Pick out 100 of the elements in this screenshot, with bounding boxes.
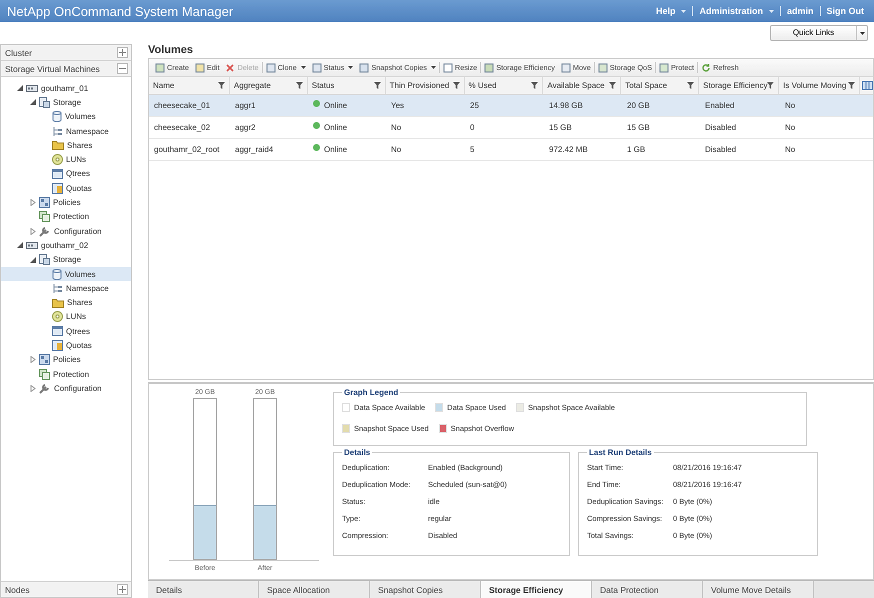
toolbar-icon[interactable] <box>266 62 276 73</box>
sidebar-section-header[interactable]: Nodes <box>1 581 131 597</box>
caret-icon[interactable] <box>348 66 354 70</box>
quick-links-button[interactable]: Quick Links <box>770 25 868 41</box>
column-header[interactable]: Thin Provisioned <box>386 77 464 94</box>
tree-item[interactable]: Shares <box>1 295 131 310</box>
filter-icon[interactable] <box>687 82 694 90</box>
column-header[interactable]: Aggregate <box>230 77 308 94</box>
tab[interactable]: Details <box>148 581 259 598</box>
column-chooser-icon[interactable] <box>862 81 873 90</box>
expand-icon[interactable] <box>117 47 128 58</box>
table-row[interactable]: cheesecake_02 aggr2 Online No 0 15 GB 15 GB Disabled No <box>149 117 873 140</box>
table-cell-text: 0 <box>469 122 476 134</box>
tree-item[interactable]: Storage <box>1 95 131 110</box>
expand-icon[interactable] <box>117 584 128 595</box>
toolbar-icon[interactable] <box>598 62 608 73</box>
sidebar-section-header[interactable]: Storage Virtual Machines <box>1 61 131 77</box>
tree-item[interactable]: Quotas <box>1 181 131 196</box>
tree-item[interactable]: Protection <box>1 366 131 382</box>
tree-item[interactable]: Volumes <box>1 266 131 282</box>
tree-item[interactable]: LUNs <box>1 152 131 167</box>
table-row[interactable]: cheesecake_01 aggr1 Online Yes 25 14.98 GB 20 GB Enabled No <box>149 95 873 118</box>
filter-icon[interactable] <box>609 82 616 90</box>
tree-item[interactable]: gouthamr_02 <box>1 238 131 253</box>
collapse-icon[interactable] <box>117 63 128 74</box>
group-title: Details <box>343 448 372 458</box>
toolbar-icon[interactable] <box>194 62 205 73</box>
collapsed-arrow-icon[interactable] <box>30 384 36 392</box>
protection-icon <box>39 368 50 380</box>
tree-item[interactable]: Policies <box>1 195 131 210</box>
caret-icon[interactable] <box>430 66 436 70</box>
table-cell-text: No <box>784 100 796 112</box>
tree-item[interactable]: LUNs <box>1 310 131 324</box>
column-header[interactable]: Storage Efficiency <box>699 77 780 94</box>
collapsed-arrow-icon[interactable] <box>30 356 36 364</box>
tab[interactable]: Volume Move Details <box>703 581 814 598</box>
expanded-arrow-icon[interactable] <box>30 256 36 263</box>
group-title: Last Run Details <box>588 448 653 458</box>
tree-item[interactable]: Namespace <box>1 281 131 296</box>
collapsed-arrow-icon[interactable] <box>30 199 36 206</box>
tab[interactable]: Snapshot Copies <box>370 581 481 598</box>
tree-item[interactable]: Configuration <box>1 224 131 238</box>
toolbar-icon[interactable] <box>658 62 669 73</box>
table-cell-text: cheesecake_01 <box>153 100 212 112</box>
tree-item[interactable]: Shares <box>1 138 131 152</box>
refresh-icon[interactable] <box>701 62 712 73</box>
filter-icon[interactable] <box>374 82 381 90</box>
expanded-arrow-icon[interactable] <box>17 242 23 248</box>
tree-item[interactable]: Policies <box>1 352 131 367</box>
page-title: Volumes <box>148 44 194 58</box>
table-cell-text: 972.42 MB <box>548 144 589 156</box>
column-header[interactable]: Status <box>308 77 386 94</box>
table-cell-text: aggr2 <box>234 122 256 134</box>
toolbar-icon[interactable] <box>442 62 453 73</box>
filter-icon[interactable] <box>767 82 774 90</box>
tree-icon <box>52 126 63 137</box>
tree-item[interactable]: Qtrees <box>1 324 131 338</box>
column-header[interactable]: % Used <box>464 77 544 94</box>
column-header[interactable]: Name <box>149 77 230 94</box>
tree-item[interactable]: Qtrees <box>1 166 131 182</box>
tree-item[interactable]: Protection <box>1 210 131 224</box>
protection-icon <box>39 211 50 222</box>
table-cell-text: 20 GB <box>626 100 651 112</box>
table-cell-text: aggr1 <box>234 100 256 112</box>
tree-item[interactable]: gouthamr_01 <box>1 81 131 96</box>
column-header[interactable]: Is Volume Moving <box>779 77 860 94</box>
filter-icon[interactable] <box>296 82 303 90</box>
column-header[interactable]: Total Space <box>621 77 700 94</box>
tree-item[interactable]: Quotas <box>1 338 131 353</box>
caret-icon[interactable] <box>300 66 306 70</box>
table-cell-text: Disabled <box>704 122 738 134</box>
filter-icon[interactable] <box>531 82 538 90</box>
disc-icon <box>52 154 63 166</box>
caret-icon[interactable] <box>860 32 864 34</box>
tab[interactable]: Data Protection <box>592 581 703 598</box>
collapsed-arrow-icon[interactable] <box>30 228 36 235</box>
tree-item[interactable]: Namespace <box>1 124 131 138</box>
filter-icon[interactable] <box>218 82 225 90</box>
table-cell: Online <box>308 117 386 138</box>
tab[interactable]: Storage Efficiency <box>481 581 592 598</box>
tab[interactable]: Space Allocation <box>259 581 370 598</box>
tree-item[interactable]: Volumes <box>1 110 131 124</box>
window-icon <box>52 168 63 179</box>
wrench-icon <box>39 226 51 237</box>
column-header[interactable]: Available Space <box>543 77 622 94</box>
toolbar-icon[interactable] <box>359 62 370 73</box>
toolbar-icon[interactable] <box>560 62 571 73</box>
filter-icon[interactable] <box>848 82 855 90</box>
toolbar-icon[interactable] <box>312 62 322 73</box>
tree-item[interactable]: Storage <box>1 252 131 267</box>
storage-icon <box>39 96 50 108</box>
toolbar-icon[interactable] <box>155 62 165 73</box>
expanded-arrow-icon[interactable] <box>30 99 36 106</box>
table-row[interactable]: gouthamr_02_root aggr_raid4 Online No 5 972.42 MB 1 GB Disabled No <box>149 139 873 162</box>
table-cell: Online <box>308 139 386 160</box>
filter-icon[interactable] <box>452 82 460 90</box>
tree-item[interactable]: Configuration <box>1 381 131 396</box>
toolbar-icon[interactable] <box>484 62 494 73</box>
expanded-arrow-icon[interactable] <box>17 85 23 92</box>
sidebar-section-header[interactable]: Cluster <box>1 45 131 61</box>
